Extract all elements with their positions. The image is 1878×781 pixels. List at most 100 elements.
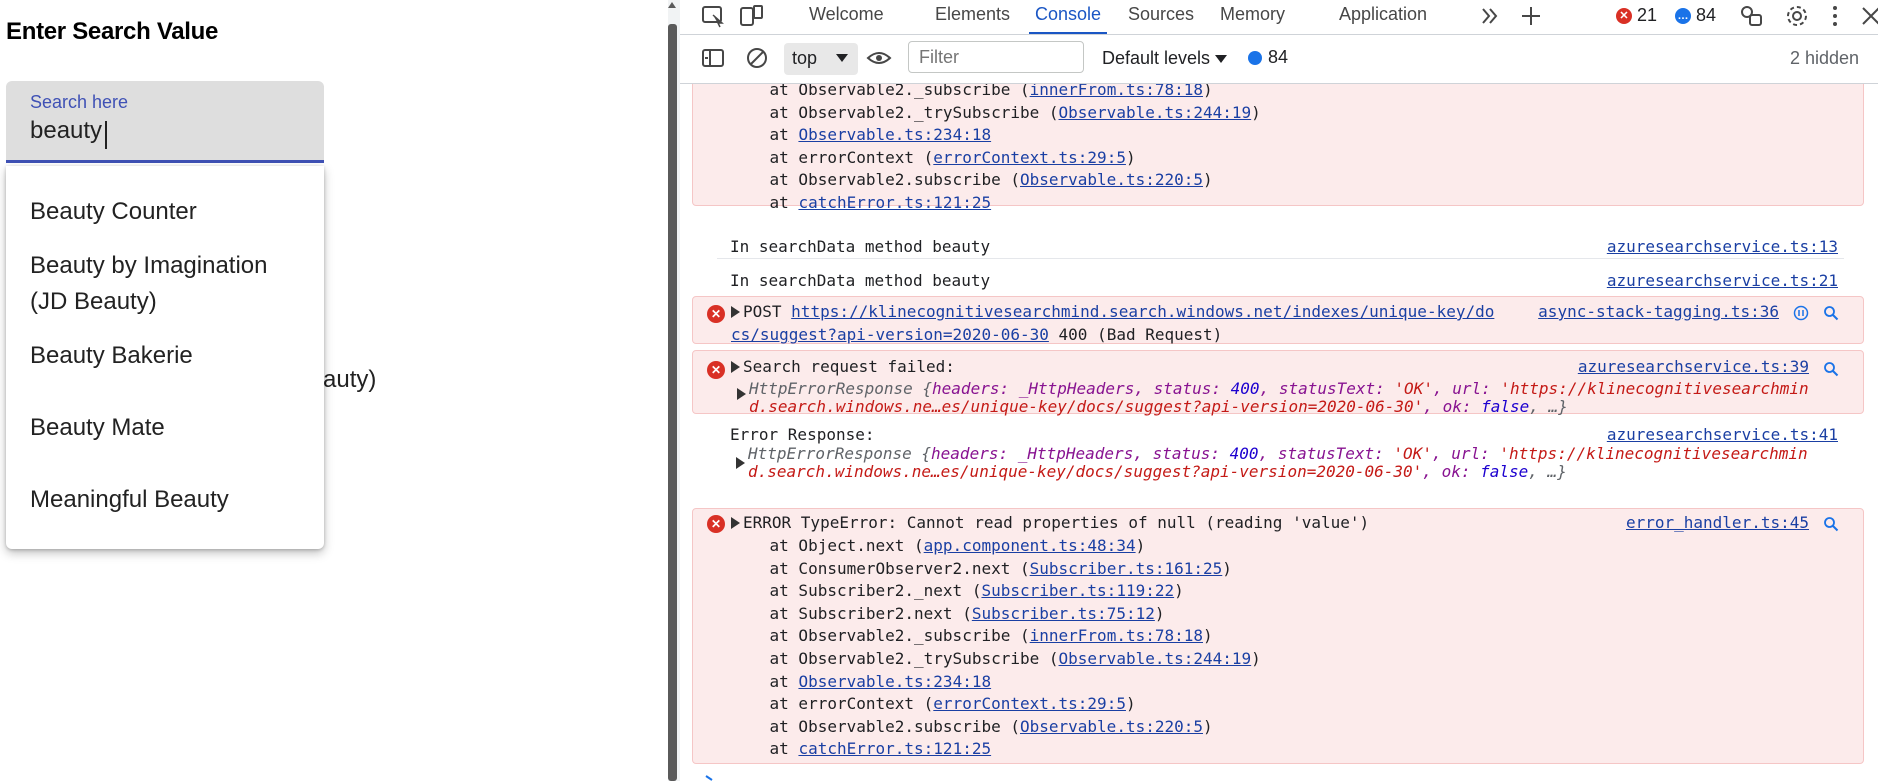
stack-frame: at Observable.ts:234:18: [731, 125, 992, 144]
option-beauty-by-imagination[interactable]: Beauty by Imagination (JD Beauty): [30, 248, 267, 320]
obj-part: false: [1480, 462, 1529, 481]
request-url-link-cont[interactable]: cs/suggest?api-version=2020-06-30: [731, 325, 1049, 344]
chevron-down-icon: [1215, 55, 1228, 63]
console-log-error-response: Error Response: azuresearchservice.ts:41…: [692, 420, 1864, 490]
search-input[interactable]: [30, 117, 300, 145]
obj-part: , ok:: [1423, 397, 1482, 416]
close-devtools-icon[interactable]: [1858, 3, 1878, 29]
inspect-element-icon[interactable]: [700, 3, 726, 29]
tab-sources[interactable]: Sources: [1128, 0, 1194, 34]
stack-frame: at Subscriber2._next (Subscriber.ts:119:…: [731, 581, 1184, 600]
stack-frame-link[interactable]: Observable.ts:244:19: [1059, 649, 1252, 668]
stack-frame-text: ): [1251, 649, 1261, 668]
search-field[interactable]: Search here: [6, 81, 324, 163]
occluded-text: auty): [323, 366, 377, 393]
error-icon: ✕: [707, 515, 725, 533]
context-selector[interactable]: top: [784, 43, 858, 75]
log-source-link[interactable]: azuresearchservice.ts:13: [1607, 237, 1838, 256]
scrollbar[interactable]: [668, 0, 680, 781]
more-options-icon[interactable]: [1822, 3, 1848, 29]
stack-frame-text: ): [1135, 536, 1146, 555]
issues-icon[interactable]: [1738, 3, 1764, 29]
stack-frame-link[interactable]: Observable.ts:220:5: [1020, 717, 1203, 736]
stack-frame-link[interactable]: Observable.ts:234:18: [798, 125, 991, 144]
text-caret: [105, 121, 107, 149]
stack-frame-link[interactable]: Observable.ts:220:5: [1020, 170, 1203, 189]
device-toolbar-icon[interactable]: [738, 3, 764, 29]
console-log-entry: In searchData method beauty azuresearchs…: [692, 264, 1864, 298]
stack-frame-link[interactable]: innerFrom.ts:78:18: [1030, 84, 1203, 99]
search-label: Search here: [30, 92, 129, 112]
message-count-badge[interactable]: … 84: [1675, 5, 1716, 26]
tab-welcome[interactable]: Welcome: [809, 0, 884, 34]
stack-frame-text: ): [1222, 558, 1232, 578]
tab-application[interactable]: Application: [1339, 0, 1427, 34]
obj-part: headers: _HttpHeaders, status:: [932, 379, 1231, 398]
stack-frame-text: at Observable2._trySubscribe (: [731, 649, 1059, 668]
stack-frame-link[interactable]: errorContext.ts:29:5: [933, 694, 1126, 713]
stack-frame: at errorContext (errorContext.ts:29:5): [731, 148, 1136, 167]
console-prompt-icon: [705, 775, 713, 781]
expand-object-icon[interactable]: [737, 388, 746, 400]
network-error-line1: POST https://klinecognitivesearchmind.se…: [731, 302, 1494, 321]
error-source-link[interactable]: error_handler.ts:45: [1626, 513, 1809, 532]
add-tab-icon[interactable]: [1518, 3, 1544, 29]
expand-triangle-icon[interactable]: [731, 517, 740, 529]
log-source-link[interactable]: azuresearchservice.ts:21: [1607, 271, 1838, 290]
log-levels-dropdown[interactable]: Default levels: [1102, 48, 1228, 69]
object-preview-line2: d.search.windows.ne…es/unique-key/docs/s…: [749, 397, 1568, 416]
stack-frame-link[interactable]: Observable.ts:234:18: [798, 672, 991, 691]
tab-elements[interactable]: Elements: [935, 0, 1010, 34]
stack-frame-link[interactable]: Observable.ts:244:19: [1059, 103, 1252, 122]
console-error-stack: at Observable2._subscribe (innerFrom.ts:…: [692, 84, 1864, 212]
expand-triangle-icon[interactable]: [731, 306, 740, 318]
stack-frame: at Observable2._subscribe (innerFrom.ts:…: [731, 84, 1213, 99]
stack-frame-link[interactable]: Subscriber.ts:75:12: [972, 604, 1155, 623]
stack-frame-text: at Subscriber2._next (: [731, 581, 982, 601]
filter-input[interactable]: [908, 41, 1084, 73]
toolbar-message-count[interactable]: 84: [1248, 47, 1288, 68]
stack-frame-link[interactable]: errorContext.ts:29:5: [933, 148, 1126, 167]
stack-frame-text: at Subscriber2.next (: [731, 603, 972, 623]
stack-frame-link[interactable]: Subscriber.ts:119:22: [981, 581, 1174, 600]
scroll-up-icon[interactable]: [668, 2, 676, 8]
log-message: In searchData method beauty: [730, 271, 991, 290]
search-icon[interactable]: [1823, 305, 1839, 321]
tab-memory[interactable]: Memory: [1220, 0, 1285, 34]
expand-object-icon[interactable]: [736, 457, 745, 469]
option-beauty-bakerie[interactable]: Beauty Bakerie: [30, 338, 193, 374]
message-icon: …: [1675, 7, 1691, 24]
obj-part: 400: [1229, 444, 1259, 463]
stack-frame-link[interactable]: catchError.ts:121:25: [798, 193, 991, 212]
scrollbar-thumb[interactable]: [668, 24, 677, 781]
stack-frame-text: at Observable2._subscribe (: [731, 626, 1030, 646]
stack-frame-link[interactable]: Subscriber.ts:161:25: [1030, 559, 1223, 578]
tab-console[interactable]: Console: [1028, 0, 1108, 34]
object-preview-line2: d.search.windows.ne…es/unique-key/docs/s…: [748, 462, 1567, 481]
option-meaningful-beauty[interactable]: Meaningful Beauty: [30, 482, 229, 518]
option-beauty-mate[interactable]: Beauty Mate: [30, 410, 165, 446]
stack-frame-link[interactable]: catchError.ts:121:25: [798, 739, 991, 758]
log-source-link[interactable]: azuresearchservice.ts:41: [1607, 425, 1838, 444]
option-line: (JD Beauty): [30, 288, 157, 315]
stack-frame-link[interactable]: innerFrom.ts:78:18: [1030, 626, 1203, 645]
sidebar-toggle-icon[interactable]: [700, 45, 726, 71]
live-expression-eye-icon[interactable]: [866, 45, 892, 71]
more-tabs-icon[interactable]: [1477, 3, 1503, 29]
stack-frame-link[interactable]: app.component.ts:48:34: [924, 536, 1136, 555]
expand-triangle-icon[interactable]: [731, 361, 740, 373]
clear-console-icon[interactable]: [744, 45, 770, 71]
console-error-search-failed: ✕ Search request failed: azuresearchserv…: [692, 350, 1864, 416]
option-beauty-counter[interactable]: Beauty Counter: [30, 194, 197, 230]
stack-frame-text: ): [1174, 581, 1184, 601]
error-count-badge[interactable]: ✕ 21: [1616, 5, 1657, 26]
error-source-link[interactable]: azuresearchservice.ts:39: [1578, 357, 1809, 376]
request-url-link[interactable]: https://klinecognitivesearchmind.search.…: [791, 302, 1494, 321]
settings-gear-icon[interactable]: [1784, 3, 1810, 29]
network-request-icon[interactable]: [1793, 305, 1809, 321]
stack-frame-text: at: [731, 193, 799, 212]
network-error-source-link[interactable]: async-stack-tagging.ts:36: [1538, 302, 1779, 321]
search-icon[interactable]: [1823, 361, 1839, 377]
search-icon[interactable]: [1823, 516, 1839, 532]
obj-part: headers: _HttpHeaders, status:: [931, 444, 1230, 463]
